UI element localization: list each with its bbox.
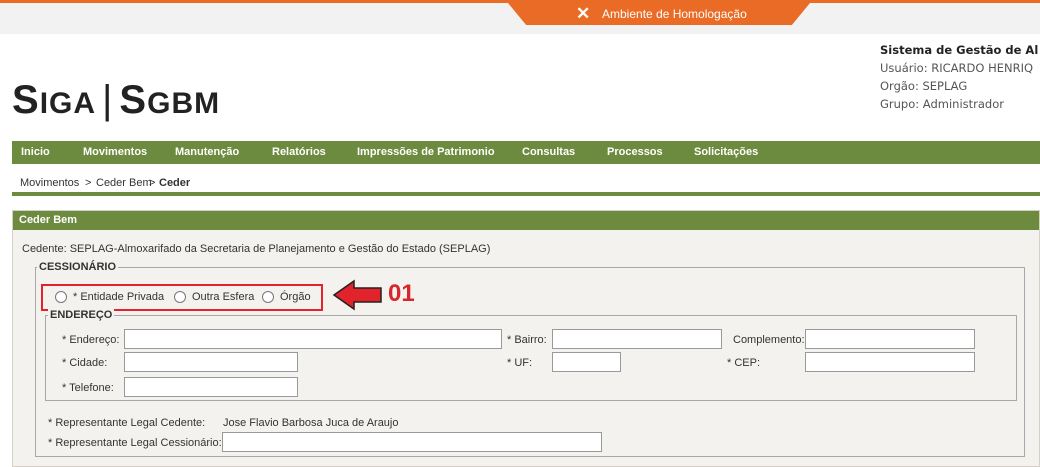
- siga-sgbm-logo: SIGA | SGBM: [12, 78, 221, 122]
- bairro-input[interactable]: [552, 329, 722, 349]
- annotation-arrow-icon: [332, 279, 382, 311]
- uf-label: * UF:: [507, 357, 533, 369]
- breadcrumb-separator: >: [149, 177, 156, 189]
- rep-cedente-label: * Representante Legal Cedente:: [48, 417, 206, 429]
- cidade-label: * Cidade:: [62, 357, 108, 369]
- menu-item-solicitacoes[interactable]: Solicitações: [694, 141, 758, 164]
- annotation-number: 01: [388, 280, 415, 307]
- bairro-label: * Bairro:: [507, 334, 547, 346]
- telefone-input[interactable]: [124, 377, 298, 397]
- breadcrumb-separator: >: [85, 177, 92, 189]
- endereco-label: * Endereço:: [62, 334, 120, 346]
- main-menu: Inicio Movimentos Manutenção Relatórios …: [12, 141, 1040, 164]
- menu-item-impressoes[interactable]: Impressões de Patrimonio: [357, 141, 495, 164]
- rep-cessionario-input[interactable]: [222, 432, 602, 452]
- rep-cedente-value: Jose Flavio Barbosa Juca de Araujo: [223, 417, 399, 429]
- tools-icon: ✕: [576, 4, 591, 23]
- endereco-input[interactable]: [124, 329, 502, 349]
- environment-banner: ✕ Ambiente de Homologação: [508, 3, 810, 25]
- telefone-label: * Telefone:: [62, 382, 114, 394]
- menu-item-processos[interactable]: Processos: [607, 141, 663, 164]
- system-info: Sistema de Gestão de Al Usuário: RICARDO…: [880, 41, 1040, 113]
- environment-label: Ambiente de Homologação: [602, 7, 747, 21]
- user-info: Usuário: RICARDO HENRIQ: [880, 61, 1034, 75]
- cep-label: * CEP:: [727, 357, 761, 369]
- cidade-input[interactable]: [124, 352, 298, 372]
- cep-input[interactable]: [805, 352, 975, 372]
- org-info: Orgão: SEPLAG: [880, 79, 968, 93]
- menu-item-relatorios[interactable]: Relatórios: [272, 141, 326, 164]
- menu-item-inicio[interactable]: Inicio: [21, 141, 50, 164]
- cessionario-legend: CESSIONÁRIO: [37, 261, 119, 273]
- group-info: Grupo: Administrador: [880, 97, 1004, 111]
- annotation-highlight-box: [41, 284, 323, 311]
- panel-title: Ceder Bem: [13, 211, 1039, 230]
- menu-item-manutencao[interactable]: Manutenção: [175, 141, 239, 164]
- complemento-input[interactable]: [805, 329, 975, 349]
- breadcrumb-ceder-bem[interactable]: Ceder Bem: [96, 177, 152, 189]
- system-title: Sistema de Gestão de Al: [880, 43, 1039, 57]
- ceder-bem-panel: Ceder Bem Cedente: SEPLAG-Almoxarifado d…: [12, 210, 1040, 467]
- breadcrumb: Movimentos > Ceder Bem > Ceder: [12, 164, 1040, 196]
- endereco-legend: ENDEREÇO: [48, 309, 115, 321]
- rep-cessionario-label: * Representante Legal Cessionário:: [48, 437, 222, 449]
- menu-item-consultas[interactable]: Consultas: [522, 141, 575, 164]
- complemento-label: Complemento:: [733, 334, 805, 346]
- breadcrumb-movimentos[interactable]: Movimentos: [20, 177, 79, 189]
- menu-item-movimentos[interactable]: Movimentos: [83, 141, 147, 164]
- cedente-text: Cedente: SEPLAG-Almoxarifado da Secretar…: [22, 243, 491, 255]
- uf-input[interactable]: [552, 352, 621, 372]
- breadcrumb-current: Ceder: [159, 177, 191, 189]
